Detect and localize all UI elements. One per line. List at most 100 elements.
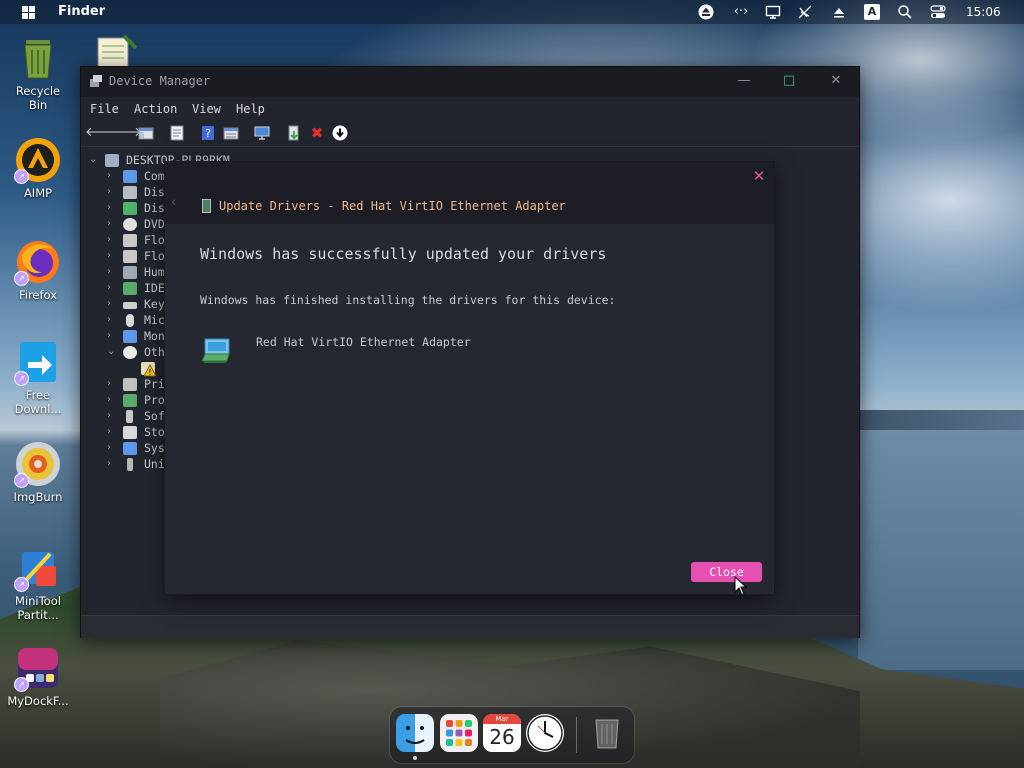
properties-icon[interactable]	[169, 125, 185, 141]
launchpad-dock-icon[interactable]	[440, 714, 478, 752]
chevron-right-icon[interactable]: ›	[107, 426, 119, 437]
back-chevron-icon[interactable]: ‹	[171, 195, 176, 210]
tree-item-label: Mic	[144, 313, 165, 327]
success-heading: Windows has successfully updated your dr…	[200, 245, 607, 263]
warning-device-icon: !	[141, 362, 157, 377]
desktop-icon-label: Downl...	[14, 402, 62, 416]
clock[interactable]: 15:06	[966, 5, 1001, 19]
desktop-icon-label: AIMP	[23, 186, 53, 200]
chevron-right-icon[interactable]: ›	[107, 250, 119, 261]
eject-icon[interactable]	[698, 4, 714, 20]
desktop-icon-firefox[interactable]: ↗ Firefox	[0, 238, 76, 302]
tree-item-label: Dis	[144, 201, 165, 215]
chevron-right-icon[interactable]: ›	[107, 218, 119, 229]
storage-controller-icon	[123, 426, 137, 439]
desktop-icon-label: Bin	[28, 98, 48, 112]
clock-dock-icon[interactable]	[526, 714, 564, 752]
close-window-button[interactable]: ✕	[825, 73, 847, 88]
mydockfinder-icon: ↗	[14, 644, 62, 692]
trash-dock-icon[interactable]	[588, 714, 626, 752]
code-icon[interactable]: ‹·›	[731, 4, 751, 20]
tree-item-label: Hum	[144, 265, 165, 279]
keyboard-a-icon[interactable]: A	[864, 4, 880, 20]
chevron-right-icon[interactable]: ›	[107, 458, 119, 469]
chevron-right-icon[interactable]: ›	[107, 330, 119, 341]
dialog-close-icon[interactable]: ✕	[750, 167, 768, 185]
minimize-button[interactable]: —	[733, 73, 755, 88]
processor-icon	[123, 394, 137, 407]
desktop-icon-notepad[interactable]	[94, 34, 138, 66]
toggle-icon[interactable]	[930, 4, 946, 20]
enable-device-icon[interactable]	[332, 125, 348, 141]
chevron-right-icon[interactable]: ›	[107, 298, 119, 309]
chevron-right-icon[interactable]: ›	[107, 410, 119, 421]
chevron-right-icon[interactable]: ›	[107, 234, 119, 245]
chevron-right-icon[interactable]: ›	[107, 394, 119, 405]
minitool-icon: ↗	[14, 544, 62, 592]
desktop-icon-label: Partit...	[17, 608, 59, 622]
driver-icon	[202, 199, 211, 213]
chevron-down-icon[interactable]: ⌄	[89, 154, 101, 165]
menu-view[interactable]: View	[192, 102, 221, 116]
finder-dock-icon[interactable]	[396, 714, 434, 752]
forward-arrow-icon[interactable]: 🡒	[107, 125, 142, 141]
menu-help[interactable]: Help	[236, 102, 265, 116]
computer-icon	[105, 154, 119, 167]
chevron-right-icon[interactable]: ›	[107, 378, 119, 389]
desktop-icon-recycle-bin[interactable]: Recycle Bin	[0, 34, 76, 112]
back-arrow-icon[interactable]: 🡐	[85, 125, 120, 141]
scan-hardware-icon[interactable]	[254, 125, 270, 141]
tree-item-label: Com	[144, 169, 165, 183]
tree-item-label: Flo	[144, 233, 165, 247]
chevron-right-icon[interactable]: ›	[107, 170, 119, 181]
shortcut-arrow-icon: ↗	[14, 577, 29, 592]
desktop-icon-aimp[interactable]: ↗ AIMP	[0, 136, 76, 200]
chevron-right-icon[interactable]: ›	[107, 282, 119, 293]
desktop-icon-mydockfinder[interactable]: ↗ MyDockF...	[0, 644, 76, 708]
calendar-dock-icon[interactable]: Mar 26	[483, 714, 521, 752]
window-title: Device Manager	[109, 74, 211, 88]
window-titlebar[interactable]: Device Manager — □ ✕	[81, 67, 859, 97]
menu-action[interactable]: Action	[134, 102, 177, 116]
tree-item-label: IDE	[144, 281, 165, 295]
hid-icon	[123, 266, 137, 279]
view-icon[interactable]	[223, 125, 239, 141]
recycle-bin-icon	[14, 34, 62, 82]
triangle-up-icon[interactable]	[831, 4, 847, 20]
desktop-icon-label: Firefox	[18, 288, 58, 302]
notepad-icon	[97, 34, 138, 66]
desktop-icon-label: Recycle	[15, 84, 61, 98]
network-off-icon[interactable]	[797, 4, 813, 20]
chevron-right-icon[interactable]: ›	[107, 266, 119, 277]
desktop-icon-imgburn[interactable]: ↗ ImgBurn	[0, 440, 76, 504]
show-hide-console-tree-icon[interactable]	[138, 125, 154, 141]
chevron-right-icon[interactable]: ›	[107, 442, 119, 453]
desktop-icon-free-download-manager[interactable]: ↗ Free Downl...	[0, 338, 76, 416]
chevron-down-icon[interactable]: ⌄	[107, 346, 119, 357]
update-driver-icon[interactable]	[286, 125, 302, 141]
update-drivers-dialog: ✕ ‹ Update Drivers - Red Hat VirtIO Ethe…	[165, 162, 774, 594]
active-app-name[interactable]: Finder	[58, 4, 105, 19]
disk-drive-icon	[123, 186, 137, 199]
shortcut-arrow-icon: ↗	[14, 271, 29, 286]
tree-item-label: Pro	[144, 393, 165, 407]
chevron-right-icon[interactable]: ›	[107, 202, 119, 213]
wallpaper-far-shore	[858, 410, 1024, 432]
computer-icon	[123, 170, 137, 183]
chevron-right-icon[interactable]: ›	[107, 186, 119, 197]
help-icon[interactable]: ?	[200, 125, 216, 141]
uninstall-device-icon[interactable]: ✖	[309, 125, 325, 141]
tree-item-label: Oth	[144, 345, 165, 359]
tree-item-label: Sto	[144, 425, 165, 439]
menu-file[interactable]: File	[90, 102, 119, 116]
maximize-button[interactable]: □	[778, 73, 800, 88]
tree-item-label: DVD	[144, 217, 165, 231]
windows-logo-icon[interactable]	[22, 6, 35, 19]
chevron-right-icon[interactable]: ›	[107, 314, 119, 325]
search-icon[interactable]	[897, 4, 913, 20]
display-icon[interactable]	[765, 4, 781, 20]
close-button[interactable]: Close	[691, 562, 762, 582]
tree-item-label: Key	[144, 297, 165, 311]
dvd-drive-icon	[123, 218, 137, 231]
desktop-icon-minitool[interactable]: ↗ MiniTool Partit...	[0, 544, 76, 622]
